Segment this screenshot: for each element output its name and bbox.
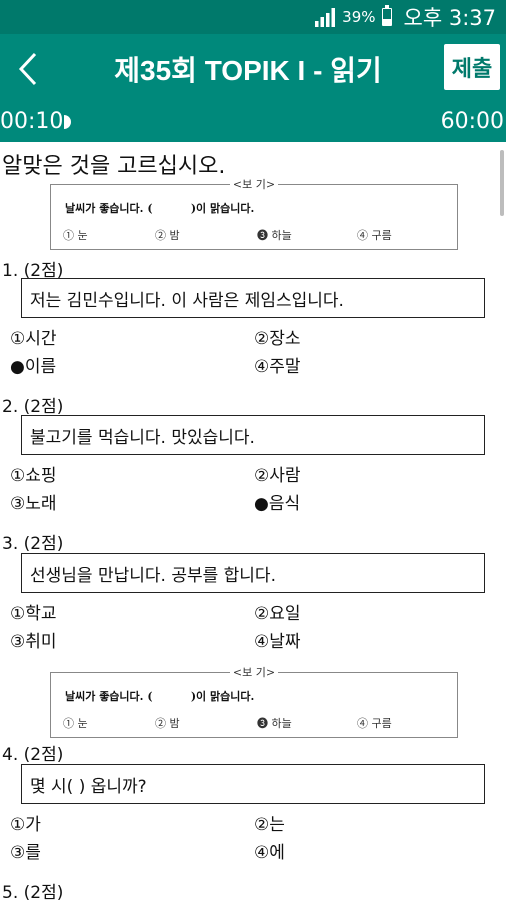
submit-button[interactable]: 제출 [444, 44, 500, 90]
answer-option[interactable]: ①학교 [10, 599, 57, 624]
question-header: 3. (2점) [2, 534, 64, 554]
example-option: ① 눈 [63, 717, 88, 730]
answer-option[interactable]: ②는 [254, 810, 285, 835]
example-option: ❸ 하늘 [257, 229, 292, 242]
example-sentence: 날씨가 좋습니다. ( )이 맑습니다. [65, 202, 255, 215]
total-time: 60:00 [440, 109, 504, 134]
status-indicators: 39% 오후 3:37 [314, 4, 496, 30]
example-option: ④ 구름 [357, 717, 392, 730]
question-text: 불고기를 먹습니다. 맛있습니다. [21, 415, 485, 455]
example-option: ② 밤 [155, 717, 180, 730]
answer-option-selected[interactable]: ●이름 [10, 352, 56, 377]
question-text: 저는 김민수입니다. 이 사람은 제임스입니다. [21, 278, 485, 318]
answer-option[interactable]: ③취미 [10, 627, 57, 652]
question-list[interactable]: 알맞은 것을 고르십시오. <보 기> 날씨가 좋습니다. ( )이 맑습니다.… [0, 142, 506, 900]
scrollbar-thumb[interactable] [500, 150, 504, 216]
elapsed-time: 00:10 [0, 109, 64, 134]
answer-option-selected[interactable]: ●음식 [254, 489, 300, 514]
clock: 오후 3:37 [403, 6, 496, 30]
page-title: 제35회 TOPIK I - 읽기 [114, 55, 382, 86]
progress-knob-icon[interactable] [64, 114, 74, 129]
answer-option[interactable]: ①가 [10, 810, 41, 835]
answer-option[interactable]: ②요일 [254, 599, 301, 624]
answer-option[interactable]: ①쇼핑 [10, 461, 57, 486]
signal-icon [315, 8, 336, 27]
answer-option[interactable]: ①시간 [10, 324, 57, 349]
question-header: 4. (2점) [2, 745, 64, 765]
answer-option[interactable]: ④에 [254, 838, 285, 863]
answer-option[interactable]: ③노래 [10, 489, 57, 514]
example-option: ❸ 하늘 [257, 717, 292, 730]
timer-bar: 00:10 60:00 [0, 104, 506, 142]
example-option: ④ 구름 [357, 229, 392, 242]
question-text: 몇 시( ) 옵니까? [21, 764, 485, 804]
chevron-left-icon [18, 52, 37, 86]
example-label: <보 기> [229, 666, 279, 679]
answer-option[interactable]: ④날짜 [254, 627, 301, 652]
example-sentence: 날씨가 좋습니다. ( )이 맑습니다. [65, 690, 255, 703]
example-option: ① 눈 [63, 229, 88, 242]
status-bar: 39% 오후 3:37 [0, 0, 506, 34]
example-option: ② 밤 [155, 229, 180, 242]
battery-icon [381, 5, 392, 26]
answer-option[interactable]: ②장소 [254, 324, 301, 349]
example-box: <보 기> 날씨가 좋습니다. ( )이 맑습니다. ① 눈 ② 밤 ❸ 하늘 … [50, 666, 458, 738]
answer-option[interactable]: ④주말 [254, 352, 301, 377]
answer-option[interactable]: ③를 [10, 838, 41, 863]
question-header: 5. (2점) [2, 883, 64, 900]
back-button[interactable] [10, 48, 46, 90]
answer-option[interactable]: ②사람 [254, 461, 301, 486]
app-bar: 제35회 TOPIK I - 읽기 제출 [0, 34, 506, 104]
question-header: 2. (2점) [2, 397, 64, 417]
example-label: <보 기> [229, 178, 279, 191]
timer-elapsed: 00:10 [0, 109, 74, 134]
battery-percent: 39% [342, 8, 376, 26]
question-text: 선생님을 만납니다. 공부를 합니다. [21, 553, 485, 593]
example-box: <보 기> 날씨가 좋습니다. ( )이 맑습니다. ① 눈 ② 밤 ❸ 하늘 … [50, 178, 458, 250]
